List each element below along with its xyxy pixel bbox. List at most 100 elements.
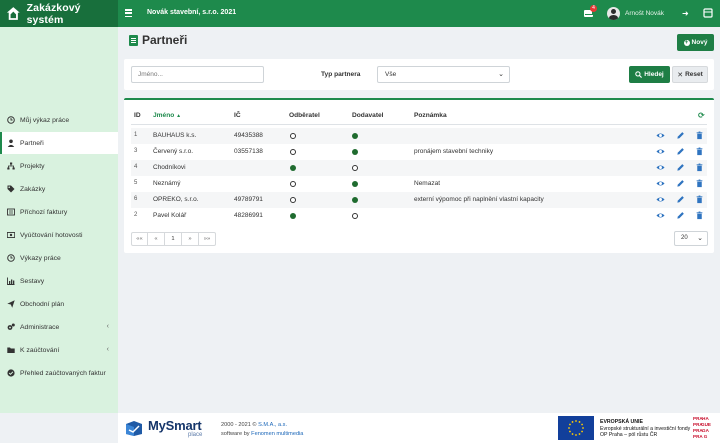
sidebar-item-to-post[interactable]: K zaúčtování ‹ [0, 339, 118, 361]
table-row[interactable]: 2 Pavel Kolář 48286991 [131, 208, 707, 224]
brand-suffix: place [188, 432, 203, 438]
close-icon: ✕ [677, 71, 684, 79]
money-icon [7, 232, 15, 238]
edit-icon[interactable] [676, 179, 685, 188]
view-icon[interactable] [656, 147, 665, 156]
cell-id: 4 [134, 164, 138, 170]
first-page-button[interactable]: «« [131, 232, 148, 246]
chevron-left-icon: ‹ [106, 323, 109, 330]
top-bar: Zakázkový systém Novák stavební, s.r.o. … [0, 0, 720, 27]
sidebar-item-cash-settlement[interactable]: Vyúčtování hotovosti [0, 224, 118, 246]
tags-icon [7, 185, 15, 193]
document-icon [129, 34, 138, 46]
table-row[interactable]: 6 OPREKO, s.r.o. 49789791 externí výpomoc p… [131, 192, 707, 208]
send-icon [7, 300, 15, 308]
sidebar-item-label: Administrace [20, 323, 60, 331]
partner-type-select[interactable]: Vše ⌄ [377, 66, 510, 83]
column-header-ic[interactable]: IČ [234, 112, 241, 119]
column-header-id[interactable]: ID [134, 112, 141, 119]
reset-button[interactable]: ✕ Reset [672, 66, 708, 83]
refresh-icon[interactable]: ⟳ [698, 111, 705, 120]
header-divider [131, 124, 707, 125]
sidebar-item-label: Příchozí faktury [20, 208, 68, 216]
customer-indicator [290, 149, 296, 155]
app-brand[interactable]: Zakázkový systém [0, 0, 118, 27]
cell-name: Chodníkovi [153, 164, 186, 171]
partner-type-label: Typ partnera [321, 71, 361, 78]
page-size-select[interactable]: 20 ⌄ [674, 231, 708, 246]
view-icon[interactable] [656, 211, 665, 220]
table-row[interactable]: 3 Červený s.r.o. 03557138 pronájem stavební… [131, 144, 707, 160]
eu-star [569, 430, 571, 433]
delete-icon[interactable] [695, 131, 704, 140]
delete-icon[interactable] [695, 195, 704, 204]
check-circle-icon [7, 369, 15, 377]
cell-id: 5 [134, 180, 138, 186]
prev-page-button[interactable]: « [148, 232, 165, 246]
column-header-name[interactable]: Jméno ▲ [153, 112, 181, 119]
table-row[interactable]: 4 Chodníkovi [131, 160, 707, 176]
eu-star [581, 423, 583, 426]
column-header-customer[interactable]: Odběratel [289, 112, 320, 119]
sidebar-item-administration[interactable]: Administrace ‹ [0, 316, 118, 338]
sidebar-item-reports[interactable]: Sestavy [0, 270, 118, 292]
fenomen-link[interactable]: Fenomen multimedia [251, 431, 303, 437]
mysmartplace-logo-icon [126, 421, 142, 436]
sidebar-item-label: Zakázky [20, 185, 46, 193]
current-page-button[interactable]: 1 [165, 232, 182, 246]
delete-icon[interactable] [695, 211, 704, 220]
sort-asc-icon: ▲ [176, 113, 182, 119]
sidebar-item-label: Partneři [20, 139, 44, 147]
column-header-note[interactable]: Poznámka [414, 112, 447, 119]
view-icon[interactable] [656, 131, 665, 140]
customer-indicator [290, 181, 296, 187]
sidebar-item-business-plan[interactable]: Obchodní plán [0, 293, 118, 315]
delete-icon[interactable] [695, 179, 704, 188]
search-button[interactable]: Hledej [629, 66, 670, 83]
logout-icon[interactable]: ➜ [682, 9, 689, 18]
view-icon[interactable] [656, 163, 665, 172]
sidebar-item-my-work-report[interactable]: Můj výkaz práce [0, 109, 118, 131]
edit-icon[interactable] [676, 163, 685, 172]
eu-star [575, 420, 577, 422]
sidebar: Můj výkaz práce Partneři Projekty Zakázk… [0, 27, 118, 413]
sidebar-item-label: Můj výkaz práce [20, 116, 70, 124]
edit-icon[interactable] [676, 131, 685, 140]
cell-ic: 49435388 [234, 132, 263, 139]
page-title: Partneři [129, 33, 187, 47]
clock-icon [7, 254, 15, 262]
table-row[interactable]: 5 Neznámý Nemazat [131, 176, 707, 192]
eu-funding-text: EVROPSKÁ UNIE Evropské strukturální a in… [600, 419, 691, 438]
sidebar-item-orders[interactable]: Zakázky [0, 178, 118, 200]
sidebar-item-label: Projekty [20, 162, 45, 170]
eu-star [578, 421, 581, 423]
column-header-supplier[interactable]: Dodavatel [352, 112, 384, 119]
name-search-input[interactable] [131, 66, 264, 83]
cell-id: 1 [134, 132, 138, 138]
menu-toggle-icon[interactable] [125, 9, 132, 18]
view-icon[interactable] [656, 179, 665, 188]
table-row[interactable]: 1 BAUHAUS k.s. 49435388 [131, 128, 707, 144]
new-partner-button[interactable]: + Nový [677, 34, 714, 51]
sidebar-item-label: Přehled zaúčtovaných faktur [20, 369, 106, 377]
next-page-button[interactable]: » [182, 232, 199, 246]
avatar[interactable] [607, 7, 620, 20]
edit-icon[interactable] [676, 211, 685, 220]
customer-indicator [290, 197, 296, 203]
sidebar-item-posted-invoices[interactable]: Přehled zaúčtovaných faktur [0, 362, 118, 384]
edit-icon[interactable] [676, 147, 685, 156]
sidebar-item-incoming-invoices[interactable]: Příchozí faktury [0, 201, 118, 223]
delete-icon[interactable] [695, 163, 704, 172]
sma-link[interactable]: S.M.A., a.s. [258, 422, 287, 428]
settings-icon[interactable] [703, 8, 713, 18]
sidebar-item-partners[interactable]: Partneři [0, 132, 118, 154]
user-name[interactable]: Arnošt Novák [625, 10, 664, 17]
last-page-button[interactable]: »» [199, 232, 216, 246]
cell-note: Nemazat [414, 180, 441, 187]
view-icon[interactable] [656, 195, 665, 204]
sidebar-item-projects[interactable]: Projekty [0, 155, 118, 177]
sidebar-item-work-reports[interactable]: Výkazy práce [0, 247, 118, 269]
supplier-indicator [352, 149, 358, 155]
delete-icon[interactable] [695, 147, 704, 156]
edit-icon[interactable] [676, 195, 685, 204]
